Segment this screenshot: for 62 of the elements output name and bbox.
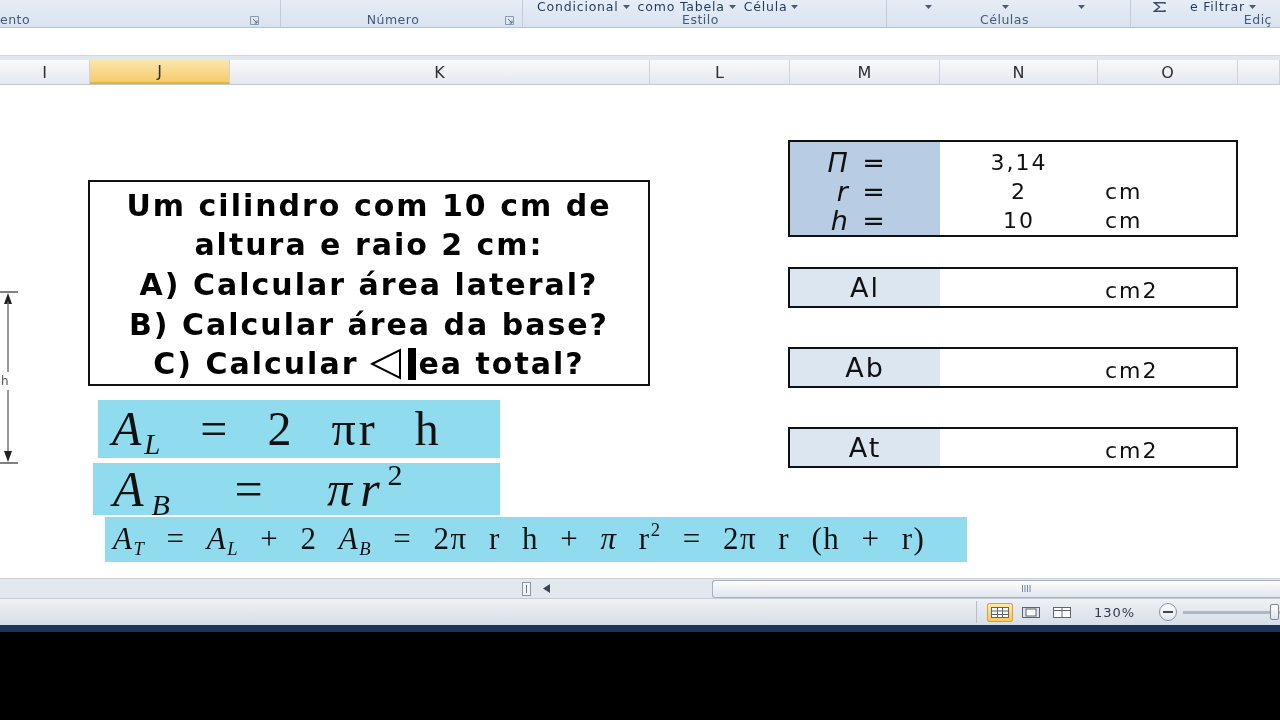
scroll-thumb[interactable] xyxy=(712,579,1280,598)
column-header[interactable]: N xyxy=(940,60,1098,84)
caret-icon[interactable] xyxy=(1248,4,1256,9)
caret-icon[interactable] xyxy=(622,4,630,9)
split-pages-icon xyxy=(1053,606,1071,618)
ribbon-menu-button[interactable]: e Filtrar xyxy=(1190,0,1256,13)
unit-text: cm xyxy=(1105,207,1143,234)
caret-icon[interactable] xyxy=(1078,4,1085,9)
variable-label: r = xyxy=(836,177,888,206)
question-text: B) Calcular área da base? xyxy=(128,306,609,343)
column-header[interactable]: K xyxy=(230,60,650,84)
column-header[interactable]: O xyxy=(1098,60,1238,84)
group-label: ento xyxy=(0,13,31,27)
question-text: Um cilindro com 10 cm de xyxy=(126,187,612,224)
variable-label: h = xyxy=(830,206,888,235)
group-label: Estilo xyxy=(681,13,720,27)
result-label: At xyxy=(848,431,882,464)
unit-text: cm2 xyxy=(1105,276,1159,303)
question-text: altura e raio 2 cm: xyxy=(194,227,544,264)
column-header[interactable]: M xyxy=(790,60,940,84)
equation-text: A$_{T}$ = A$_{L}$ + 2 A$_{B}$ = 2π r h + π r$^{2}$ = 2π r (h + r) xyxy=(113,523,926,556)
ribbon-menu-button[interactable]: Condicional xyxy=(537,0,630,13)
dimension-label: h xyxy=(0,373,9,390)
caret-icon[interactable] xyxy=(728,4,736,9)
view-button[interactable] xyxy=(987,602,1013,622)
down-arrow-icon xyxy=(0,390,18,465)
question-text: ea total? xyxy=(418,346,585,383)
column-header[interactable]: J xyxy=(90,60,230,84)
triangle-left-icon xyxy=(543,584,550,593)
scroll-left-button[interactable] xyxy=(543,581,550,596)
variable-label: Π = xyxy=(827,148,888,177)
caret-icon[interactable] xyxy=(925,4,932,9)
value-text: 10 xyxy=(1003,207,1035,234)
grid-icon xyxy=(991,606,1009,618)
unit-text: cm2 xyxy=(1105,436,1159,463)
ribbon-menu-button[interactable]: Célula xyxy=(743,0,799,13)
question-text: A) Calcular área lateral? xyxy=(139,267,599,303)
result-label: Ab xyxy=(845,351,885,384)
corner-arrow-icon[interactable] xyxy=(505,15,514,25)
caret-icon[interactable] xyxy=(791,4,799,9)
group-label: Número xyxy=(365,13,421,27)
corner-arrow-icon[interactable] xyxy=(250,15,260,25)
minus-icon xyxy=(1163,611,1174,613)
unit-text: cm2 xyxy=(1105,356,1159,383)
caret-icon[interactable] xyxy=(1001,4,1009,9)
page-icon xyxy=(1022,606,1040,618)
column-header[interactable]: L xyxy=(650,60,790,84)
group-label: Células xyxy=(979,13,1030,27)
split-handle-icon[interactable] xyxy=(522,581,531,596)
result-label: Al xyxy=(850,271,880,304)
ribbon-menu-button[interactable]: como Tabela xyxy=(637,0,736,13)
zoom-percent: 130% xyxy=(1094,604,1136,620)
sigma-icon[interactable] xyxy=(1153,1,1166,12)
value-text: 2 xyxy=(1011,178,1027,205)
group-label: Ediç xyxy=(1243,13,1272,27)
slider-thumb[interactable] xyxy=(1270,603,1280,620)
zoom-out-button[interactable] xyxy=(1159,603,1178,621)
unit-text: cm xyxy=(1105,178,1143,205)
value-text: 3,14 xyxy=(990,149,1048,176)
question-text: C) Calcular xyxy=(153,346,359,383)
grip-icon xyxy=(1022,585,1031,592)
up-arrow-icon xyxy=(0,290,18,372)
